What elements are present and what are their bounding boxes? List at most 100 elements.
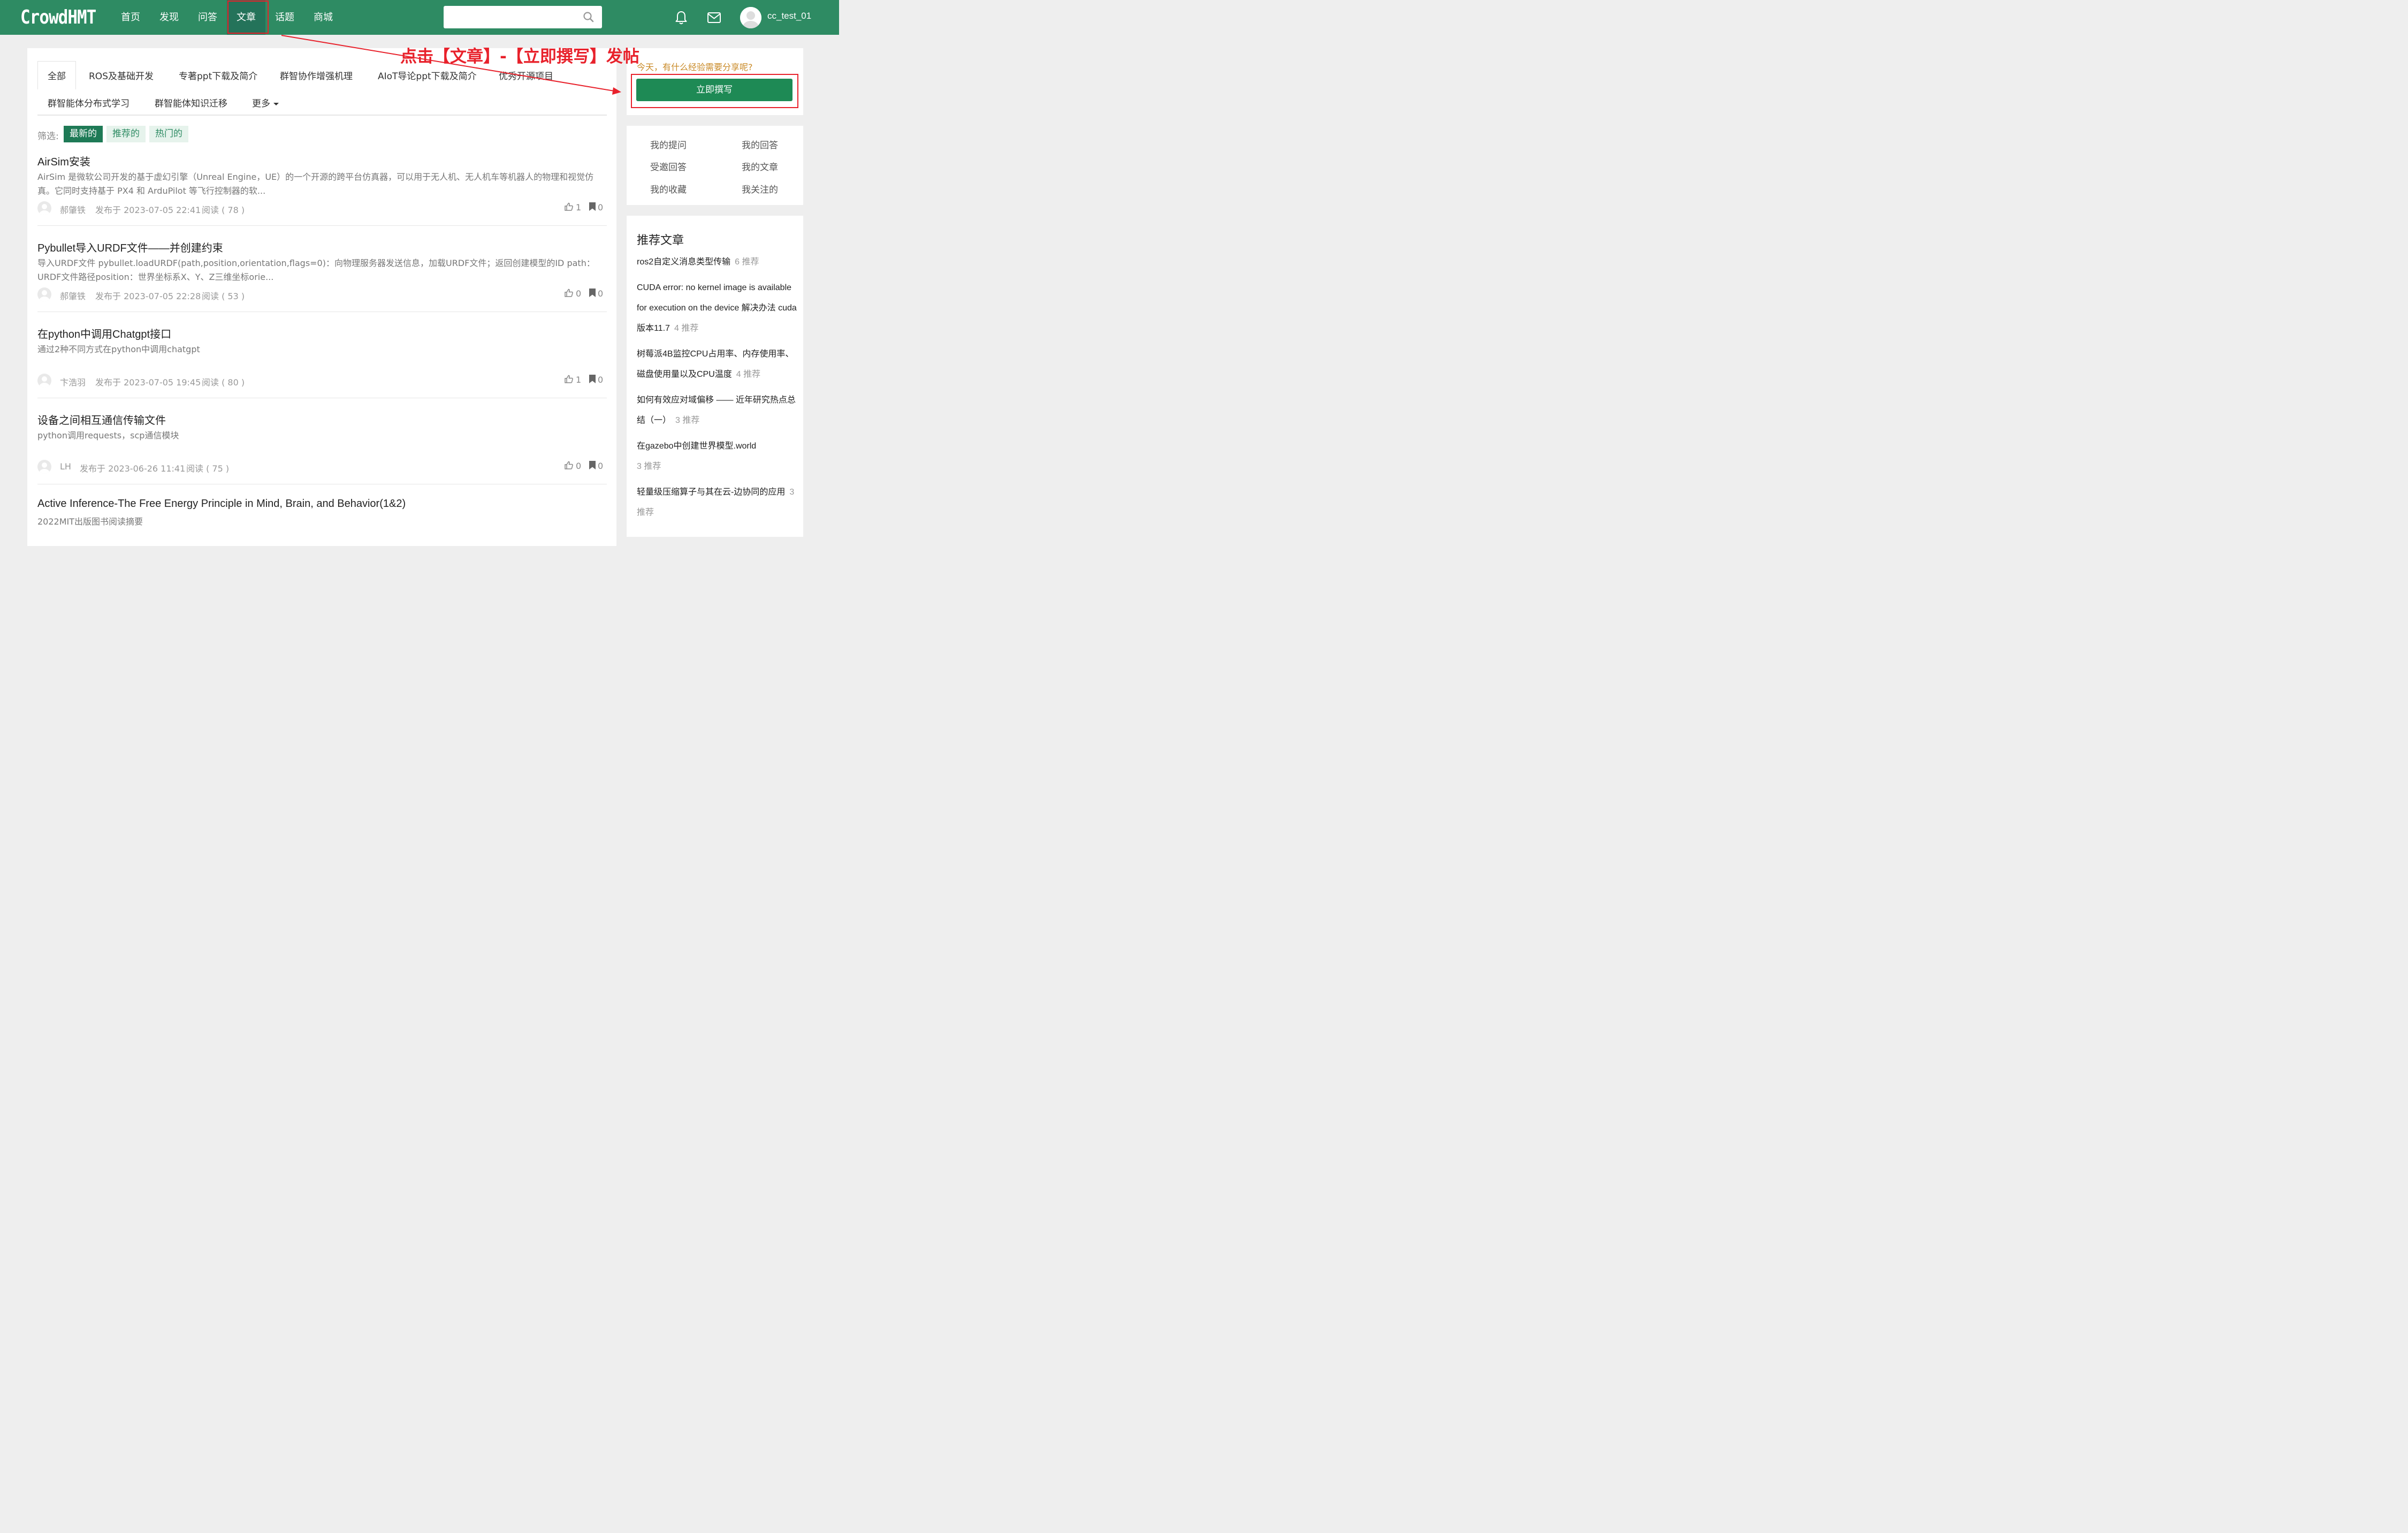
nav-discover[interactable]: 发现 bbox=[150, 0, 188, 35]
bookmark-icon[interactable] bbox=[589, 202, 596, 211]
article-title[interactable]: 设备之间相互通信传输文件 bbox=[37, 412, 166, 427]
recommended-title: 轻量级压缩算子与其在云-边协同的应用 bbox=[637, 488, 786, 497]
default-avatar-icon bbox=[39, 290, 50, 301]
author-name[interactable]: LH bbox=[60, 461, 71, 472]
read-count: 阅读 ( 80 ) bbox=[202, 377, 245, 388]
recommend-count: 4 推荐 bbox=[674, 324, 699, 333]
tab-ros[interactable]: ROS及基础开发 bbox=[89, 69, 154, 82]
recommended-title: 树莓派4B监控CPU占用率、内存使用率、磁盘使用量以及CPU温度 bbox=[637, 350, 794, 379]
tab-aiot-ppt[interactable]: AIoT导论ppt下载及简介 bbox=[378, 69, 477, 82]
article-meta: LH 发布于 2023-06-26 11:41 阅读 ( 75 ) 0 0 bbox=[37, 460, 607, 474]
recommended-title: CUDA error: no kernel image is available… bbox=[637, 283, 797, 333]
article-summary: 通过2种不同方式在python中调用chatgpt bbox=[37, 344, 200, 354]
bookmark-icon[interactable] bbox=[589, 374, 596, 384]
author-avatar[interactable] bbox=[37, 374, 51, 388]
share-prompt: 今天，有什么经验需要分享呢? bbox=[637, 62, 753, 72]
tab-monograph-ppt[interactable]: 专著ppt下载及简介 bbox=[179, 69, 257, 82]
quick-links-card: 我的提问 我的回答 受邀回答 我的文章 我的收藏 我关注的 bbox=[627, 126, 803, 205]
tab-open-source[interactable]: 优秀开源项目 bbox=[499, 69, 553, 82]
thumbs-up-icon[interactable] bbox=[564, 460, 574, 470]
default-avatar-icon bbox=[740, 7, 761, 28]
default-avatar-icon bbox=[39, 462, 50, 474]
mail-icon[interactable] bbox=[707, 11, 721, 24]
bookmark-count: 0 bbox=[598, 375, 604, 385]
thumbs-up-icon[interactable] bbox=[564, 288, 574, 298]
recommend-count: 4 推荐 bbox=[736, 370, 761, 379]
recommend-count: 6 推荐 bbox=[735, 257, 759, 267]
article-title[interactable]: Active Inference-The Free Energy Princip… bbox=[37, 498, 406, 510]
like-count: 1 bbox=[576, 202, 582, 213]
filter-latest[interactable]: 最新的 bbox=[64, 126, 103, 142]
thumbs-up-icon[interactable] bbox=[564, 374, 574, 384]
author-avatar[interactable] bbox=[37, 460, 51, 474]
username[interactable]: cc_test_01 bbox=[767, 11, 811, 21]
article-divider bbox=[37, 225, 607, 226]
recommend-count: 3 推荐 bbox=[675, 416, 700, 425]
recommended-item[interactable]: 在gazebo中创建世界模型.world 3 推荐 bbox=[637, 436, 797, 477]
bookmark-icon[interactable] bbox=[589, 460, 596, 470]
main-nav: 首页 发现 问答 文章 话题 商城 bbox=[111, 0, 342, 35]
my-articles-link[interactable]: 我的文章 bbox=[742, 160, 778, 173]
tab-distributed-learning[interactable]: 群智能体分布式学习 bbox=[48, 96, 129, 109]
author-name[interactable]: 卞浩羽 bbox=[60, 375, 86, 388]
article-summary: python调用requests，scp通信模块 bbox=[37, 430, 179, 441]
recommended-item[interactable]: CUDA error: no kernel image is available… bbox=[637, 278, 797, 339]
article-list-panel: 全部 ROS及基础开发 专著ppt下载及简介 群智协作增强机理 AIoT导论pp… bbox=[27, 48, 616, 546]
nav-mall[interactable]: 商城 bbox=[304, 0, 342, 35]
bell-icon[interactable] bbox=[675, 10, 688, 25]
search-input[interactable] bbox=[444, 6, 602, 28]
invited-answers-link[interactable]: 受邀回答 bbox=[650, 160, 687, 173]
default-avatar-icon bbox=[39, 376, 50, 388]
recommended-item[interactable]: 如何有效应对域偏移 —— 近年研究热点总结（一） 3 推荐 bbox=[637, 390, 797, 431]
caret-down-icon bbox=[273, 102, 279, 105]
recommended-item[interactable]: ros2自定义消息类型传输 6 推荐 bbox=[637, 252, 797, 272]
site-logo[interactable]: CrowdHMT bbox=[20, 6, 96, 28]
thumbs-up-icon[interactable] bbox=[564, 202, 574, 211]
user-avatar[interactable] bbox=[740, 7, 761, 28]
recommended-heading: 推荐文章 bbox=[637, 234, 684, 247]
tab-more-label: 更多 bbox=[252, 98, 270, 109]
article-title[interactable]: AirSim安装 bbox=[37, 153, 90, 169]
my-favorites-link[interactable]: 我的收藏 bbox=[650, 182, 687, 195]
recommended-title: 在gazebo中创建世界模型.world bbox=[637, 442, 757, 451]
article-title[interactable]: 在python中调用Chatgpt接口 bbox=[37, 325, 171, 341]
read-count: 阅读 ( 75 ) bbox=[186, 464, 230, 474]
my-answers-link[interactable]: 我的回答 bbox=[742, 138, 778, 151]
author-avatar[interactable] bbox=[37, 287, 51, 301]
post-time: 发布于 2023-07-05 19:45 bbox=[95, 377, 201, 388]
nav-home[interactable]: 首页 bbox=[111, 0, 150, 35]
post-time: 发布于 2023-07-05 22:41 bbox=[95, 205, 201, 215]
top-navigation-bar: CrowdHMT 首页 发现 问答 文章 话题 商城 cc_test_01 bbox=[0, 0, 839, 35]
tab-all[interactable]: 全部 bbox=[37, 61, 76, 89]
article-summary: AirSim 是微软公司开发的基于虚幻引擎（Unreal Engine，UE）的… bbox=[37, 172, 594, 196]
highlight-box-write-button bbox=[631, 74, 798, 108]
author-name[interactable]: 郝肇铁 bbox=[60, 289, 86, 302]
bookmark-icon[interactable] bbox=[589, 288, 596, 298]
like-count: 0 bbox=[576, 461, 582, 471]
nav-topics[interactable]: 话题 bbox=[265, 0, 304, 35]
recommend-count: 3 推荐 bbox=[637, 462, 661, 471]
annotation-instruction: 点击【文章】-【立即撰写】发帖 bbox=[400, 47, 639, 66]
bookmark-count: 0 bbox=[598, 461, 604, 471]
tab-knowledge-transfer[interactable]: 群智能体知识迁移 bbox=[155, 96, 227, 109]
tab-more[interactable]: 更多 bbox=[252, 96, 279, 109]
tab-swarm-collaboration[interactable]: 群智协作增强机理 bbox=[280, 69, 353, 82]
my-questions-link[interactable]: 我的提问 bbox=[650, 138, 687, 151]
highlight-box-articles-nav bbox=[227, 1, 269, 34]
my-following-link[interactable]: 我关注的 bbox=[742, 182, 778, 195]
article-meta: 郝肇铁 发布于 2023-07-05 22:41 阅读 ( 78 ) 1 0 bbox=[37, 201, 607, 215]
post-time: 发布于 2023-07-05 22:28 bbox=[95, 291, 201, 301]
nav-qa[interactable]: 问答 bbox=[188, 0, 227, 35]
read-count: 阅读 ( 53 ) bbox=[202, 291, 245, 301]
recommended-item[interactable]: 轻量级压缩算子与其在云-边协同的应用 3 推荐 bbox=[637, 482, 797, 523]
article-meta: 卞浩羽 发布于 2023-07-05 19:45 阅读 ( 80 ) 1 0 bbox=[37, 374, 607, 388]
filter-recommended[interactable]: 推荐的 bbox=[106, 126, 146, 142]
article-title[interactable]: Pybullet导入URDF文件——并创建约束 bbox=[37, 239, 223, 255]
recommended-item[interactable]: 树莓派4B监控CPU占用率、内存使用率、磁盘使用量以及CPU温度 4 推荐 bbox=[637, 344, 797, 385]
recommended-articles-card: 推荐文章 ros2自定义消息类型传输 6 推荐 CUDA error: no ke… bbox=[627, 216, 803, 537]
search-icon[interactable] bbox=[583, 11, 595, 23]
filter-popular[interactable]: 热门的 bbox=[149, 126, 188, 142]
recommended-title: 如何有效应对域偏移 —— 近年研究热点总结（一） bbox=[637, 396, 796, 425]
author-name[interactable]: 郝肇铁 bbox=[60, 203, 86, 216]
author-avatar[interactable] bbox=[37, 201, 51, 215]
